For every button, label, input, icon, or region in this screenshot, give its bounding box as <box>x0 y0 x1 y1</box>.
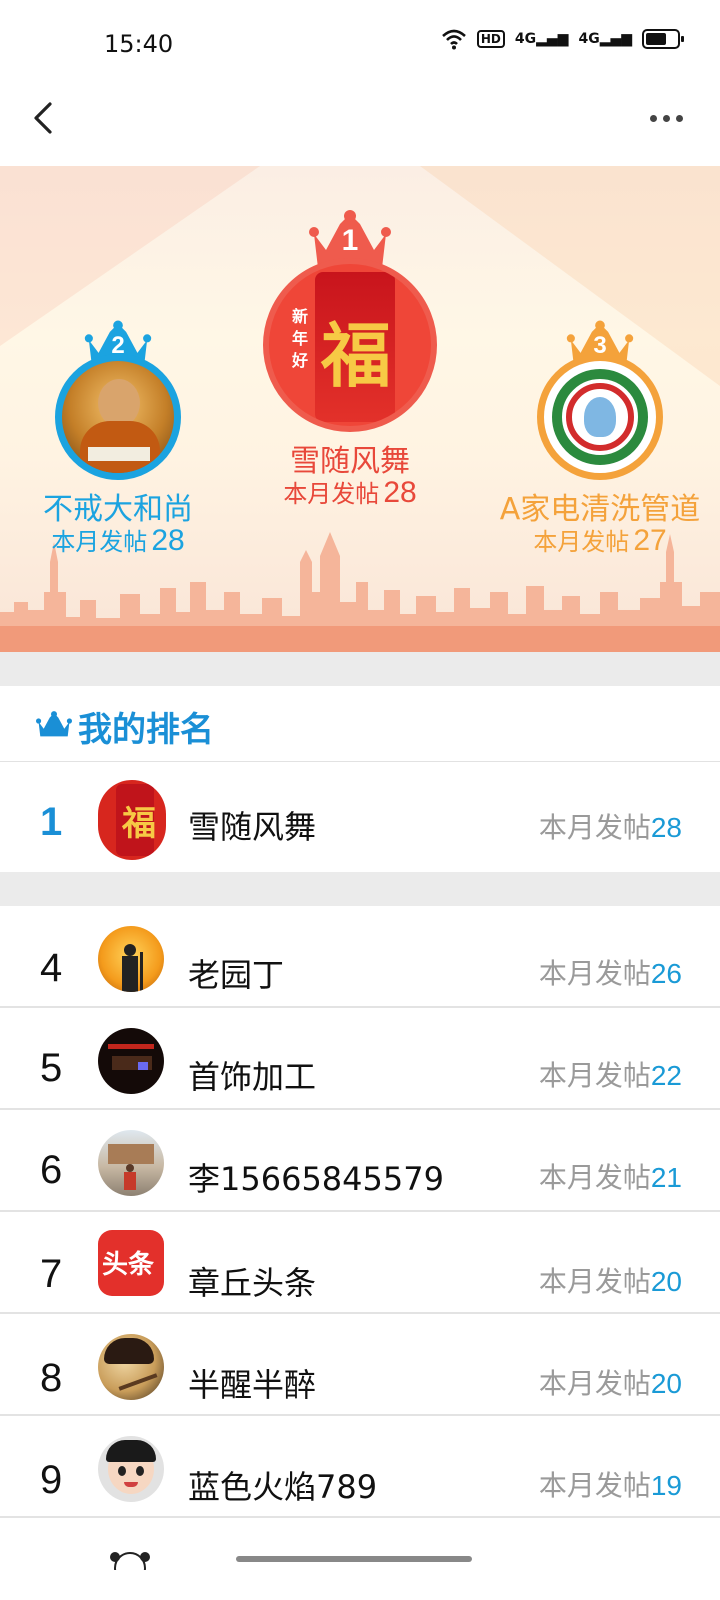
user-name: 章丘头条 <box>188 1264 317 1302</box>
rank-number: 5 <box>40 1046 63 1090</box>
section-divider <box>0 872 720 906</box>
avatar <box>55 354 181 480</box>
user-name: 半醒半醉 <box>188 1366 317 1404</box>
wifi-icon <box>442 29 466 50</box>
status-bar: 15:40 HD 4G▂▄▆ 4G▂▄▆ <box>0 0 720 88</box>
leaderboard-hero: 1 新年好 福 雪随风舞 本月发帖 28 2 不戒大和尚 本月发帖 28 3 A… <box>0 166 720 652</box>
rank-number: 8 <box>40 1356 63 1400</box>
chevron-left-icon[interactable] <box>26 100 66 140</box>
avatar: 福 <box>98 780 166 860</box>
podium-third-count: 本月发帖 27 <box>533 524 667 557</box>
rank-number: 7 <box>40 1252 63 1296</box>
crown-icon <box>36 711 72 737</box>
home-indicator[interactable] <box>236 1556 472 1562</box>
section-divider <box>0 652 720 686</box>
user-name: 首饰加工 <box>188 1058 317 1096</box>
avatar: 新年好 福 <box>263 258 437 432</box>
hd-icon: HD <box>476 30 505 48</box>
avatar <box>98 926 164 992</box>
ranking-row[interactable]: 8 半醒半醉 本月发帖20 <box>0 1314 720 1416</box>
avatar <box>98 1130 164 1196</box>
avatar <box>537 354 663 480</box>
avatar <box>98 1334 164 1400</box>
more-dots-icon[interactable] <box>650 108 690 128</box>
rank-number: 6 <box>40 1148 63 1192</box>
post-count: 本月发帖21 <box>538 1161 682 1194</box>
my-rank-header: 我的排名 <box>0 686 720 762</box>
nav-bar <box>0 88 720 166</box>
avatar <box>110 1550 150 1570</box>
avatar: 头条 <box>98 1230 164 1296</box>
ranking-row[interactable]: 9 蓝色火焰789 本月发帖19 <box>0 1416 720 1518</box>
my-rank-title: 我的排名 <box>78 710 214 750</box>
ranking-row[interactable]: 7 头条 章丘头条 本月发帖20 <box>0 1212 720 1314</box>
post-count: 本月发帖20 <box>538 1265 682 1298</box>
status-time: 15:40 <box>104 30 174 58</box>
podium-second-count: 本月发帖 28 <box>51 524 185 557</box>
rank-number: 1 <box>40 800 63 844</box>
my-rank-row[interactable]: 1 福 雪随风舞 本月发帖28 <box>0 762 720 872</box>
user-name: 蓝色火焰789 <box>188 1468 378 1506</box>
avatar <box>98 1436 164 1502</box>
rank-number: 9 <box>40 1458 63 1502</box>
podium-rank-1: 1 <box>341 224 359 257</box>
user-name: 雪随风舞 <box>188 808 317 846</box>
post-count: 本月发帖26 <box>538 957 682 990</box>
podium-second[interactable]: 2 不戒大和尚 本月发帖 28 <box>18 316 218 566</box>
post-count: 本月发帖19 <box>538 1469 682 1502</box>
ranking-row[interactable]: 5 首饰加工 本月发帖22 <box>0 1008 720 1110</box>
podium-first-count: 本月发帖 28 <box>283 476 417 509</box>
signal-4g-icon-2: 4G▂▄▆ <box>578 31 632 47</box>
status-icons: HD 4G▂▄▆ 4G▂▄▆ <box>441 28 684 50</box>
ranking-row[interactable]: 4 老园丁 本月发帖26 <box>0 906 720 1008</box>
post-count: 本月发帖22 <box>538 1059 682 1092</box>
ranking-row[interactable]: 6 李15665845579 本月发帖21 <box>0 1110 720 1212</box>
rank-number: 4 <box>40 946 63 990</box>
podium-third[interactable]: 3 A家电清洗管道 本月发帖 27 <box>500 316 700 566</box>
battery-icon <box>642 29 684 49</box>
user-name: 李15665845579 <box>188 1160 444 1198</box>
podium-first[interactable]: 1 新年好 福 雪随风舞 本月发帖 28 <box>260 206 440 509</box>
post-count: 本月发帖20 <box>538 1367 682 1400</box>
signal-4g-icon: 4G▂▄▆ <box>514 31 569 47</box>
user-name: 老园丁 <box>188 956 285 994</box>
post-count: 本月发帖28 <box>538 811 682 844</box>
avatar <box>98 1028 164 1094</box>
